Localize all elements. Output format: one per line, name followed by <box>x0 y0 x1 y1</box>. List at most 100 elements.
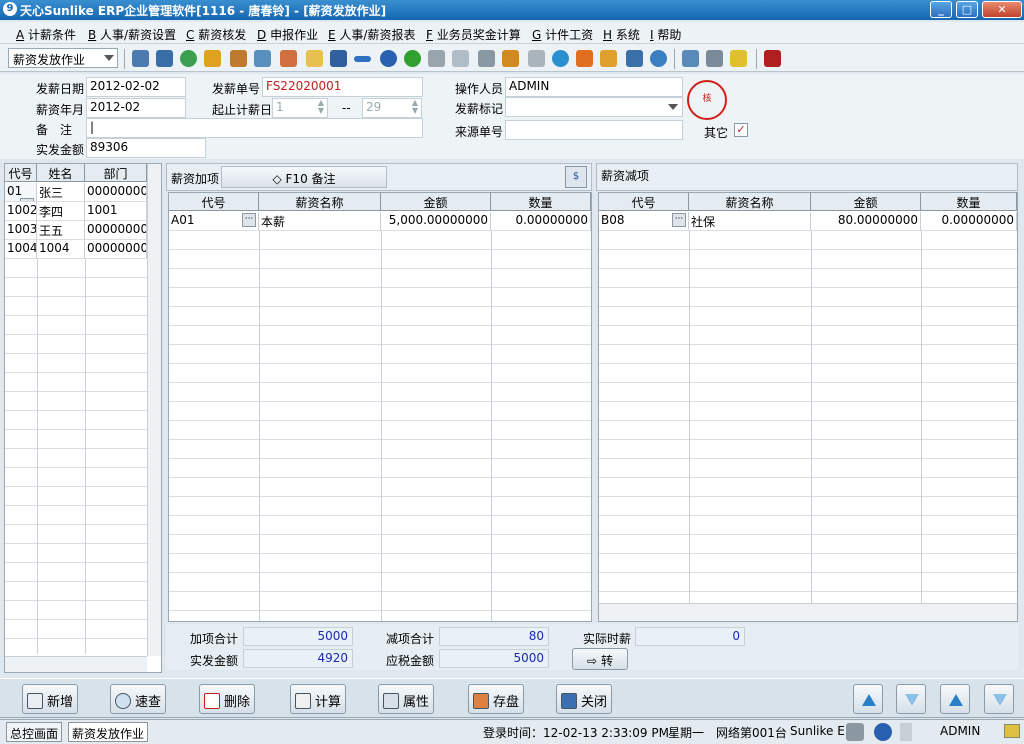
pay-date-field[interactable]: 2012-02-02 <box>86 77 186 97</box>
tree-icon[interactable] <box>132 50 149 67</box>
menu-item-d[interactable]: D 申报作业 <box>257 26 318 43</box>
range-from-field[interactable]: 1 ▲ ▼ <box>272 98 328 118</box>
megaphone-icon[interactable] <box>576 50 593 67</box>
spinner-icon[interactable]: ▲ ▼ <box>318 99 324 115</box>
save-icon <box>473 693 489 709</box>
menu-item-e[interactable]: E 人事/薪资报表 <box>328 26 415 43</box>
menu-item-g[interactable]: G 计件工资 <box>532 26 593 43</box>
flag-select[interactable] <box>505 97 683 117</box>
column-header-item-name[interactable]: 薪资名称 <box>259 193 381 211</box>
column-header-name[interactable]: 姓名 <box>37 164 85 182</box>
exit-icon[interactable] <box>764 50 781 67</box>
mail-icon[interactable] <box>1004 724 1020 738</box>
query-button[interactable]: 速查 <box>110 684 167 714</box>
pay-date-label: 发薪日期 <box>36 82 85 96</box>
net-amount-label: 实发金额 <box>36 143 85 157</box>
operator-field: ADMIN <box>505 77 683 97</box>
spinner-icon[interactable]: ▲ ▼ <box>412 99 418 115</box>
help-icon[interactable] <box>380 50 397 67</box>
deduct-grid-hscroll[interactable] <box>599 603 1017 621</box>
column-header-item-name[interactable]: 薪资名称 <box>689 193 811 211</box>
minimize-button[interactable]: _ <box>930 1 952 18</box>
source-field[interactable] <box>505 120 683 140</box>
employee-grid-hscroll[interactable] <box>5 656 147 672</box>
column-header-amount[interactable]: 金额 <box>811 193 921 211</box>
lookup-button[interactable]: ··· <box>672 213 686 227</box>
sync-icon[interactable] <box>650 50 667 67</box>
help-icon[interactable] <box>874 723 892 741</box>
prev-record-button[interactable] <box>896 684 926 714</box>
lookup-button[interactable]: ··· <box>242 213 256 227</box>
mail-icon[interactable] <box>306 50 323 67</box>
menu-item-c[interactable]: C 薪资核发 <box>186 26 246 43</box>
column-header-code[interactable]: 代号 <box>169 193 259 211</box>
other-checkbox[interactable]: ✓ <box>734 123 748 137</box>
book-icon[interactable] <box>330 50 347 67</box>
range-to-field[interactable]: 29 ▲ ▼ <box>362 98 422 118</box>
range-separator: -- <box>342 101 351 115</box>
calc-button[interactable]: 计算 <box>290 684 347 714</box>
transfer-button[interactable]: ⇨ 转 <box>572 648 628 670</box>
menu-item-b[interactable]: B 人事/薪资设置 <box>88 26 176 43</box>
network-icon[interactable] <box>846 723 864 741</box>
menu-item-i[interactable]: I 帮助 <box>650 26 681 43</box>
tab-dashboard[interactable]: 总控画面 <box>6 722 63 742</box>
menu-item-f[interactable]: F 业务员奖金计算 <box>426 26 521 43</box>
actual-value: 0 <box>635 627 745 646</box>
person-icon[interactable] <box>204 50 221 67</box>
column-divider <box>37 259 38 654</box>
mode-select[interactable]: 薪资发放作业 <box>8 48 118 68</box>
first-record-button[interactable] <box>853 684 883 714</box>
column-header-code[interactable]: 代号 <box>5 164 37 182</box>
copy-icon[interactable] <box>528 50 545 67</box>
tab-payroll[interactable]: 薪资发放作业 <box>68 722 149 742</box>
currency-button[interactable]: $ <box>565 166 587 188</box>
column-header-quantity[interactable]: 数量 <box>921 193 1017 211</box>
delete-button[interactable]: 删除 <box>199 684 256 714</box>
close-box-icon[interactable] <box>706 50 723 67</box>
save-button[interactable]: 存盘 <box>468 684 525 714</box>
last-record-button[interactable] <box>984 684 1014 714</box>
column-header-code[interactable]: 代号 <box>599 193 689 211</box>
database-icon[interactable] <box>502 50 519 67</box>
network-station: 网络第001台 <box>716 726 787 740</box>
column-header-quantity[interactable]: 数量 <box>491 193 591 211</box>
employee-grid-vscroll[interactable] <box>147 164 161 656</box>
menu-item-a[interactable]: A 计薪条件 <box>16 26 76 43</box>
monitor-icon[interactable] <box>156 50 173 67</box>
props-button[interactable]: 属性 <box>378 684 435 714</box>
column-header-amount[interactable]: 金额 <box>381 193 491 211</box>
add-button[interactable]: 新增 <box>22 684 79 714</box>
group-icon[interactable] <box>280 50 297 67</box>
maximize-button[interactable]: □ <box>956 1 978 18</box>
calculator-icon[interactable] <box>478 50 495 67</box>
cart-icon[interactable] <box>428 50 445 67</box>
dollar-icon[interactable] <box>404 50 421 67</box>
screen-icon[interactable] <box>626 50 643 67</box>
close-button[interactable]: 关闭 <box>556 684 613 714</box>
toolbar-separator <box>674 49 675 69</box>
cascade-icon[interactable] <box>730 50 747 67</box>
check-circle-icon[interactable] <box>552 50 569 67</box>
remark-field[interactable]: | <box>86 118 423 138</box>
close-window-button[interactable]: ✕ <box>982 1 1022 18</box>
pay-no-field[interactable]: FS22020001 <box>262 77 423 97</box>
key-icon[interactable] <box>354 56 371 62</box>
window-icon[interactable] <box>682 50 699 67</box>
spinner-icon[interactable] <box>900 723 912 741</box>
cell-amount: 80.00000000 <box>811 212 921 231</box>
org-chart-icon[interactable] <box>600 50 617 67</box>
refresh-doc-icon[interactable] <box>452 50 469 67</box>
column-header-dept[interactable]: 部门 <box>85 164 147 182</box>
cell-amount: 5,000.00000000 <box>381 212 491 231</box>
cell-dept: 00000000 <box>85 221 147 240</box>
cell-code: 1004 <box>5 240 37 259</box>
home-icon[interactable] <box>254 50 271 67</box>
next-record-button[interactable] <box>940 684 970 714</box>
cell-item-name: 社保 <box>689 212 811 231</box>
pay-month-field[interactable]: 2012-02 <box>86 98 186 118</box>
phone-icon[interactable] <box>180 50 197 67</box>
remark-button[interactable]: ◇ F10 备注 <box>221 166 387 188</box>
menu-item-h[interactable]: H 系统 <box>603 26 640 43</box>
briefcase-icon[interactable] <box>230 50 247 67</box>
